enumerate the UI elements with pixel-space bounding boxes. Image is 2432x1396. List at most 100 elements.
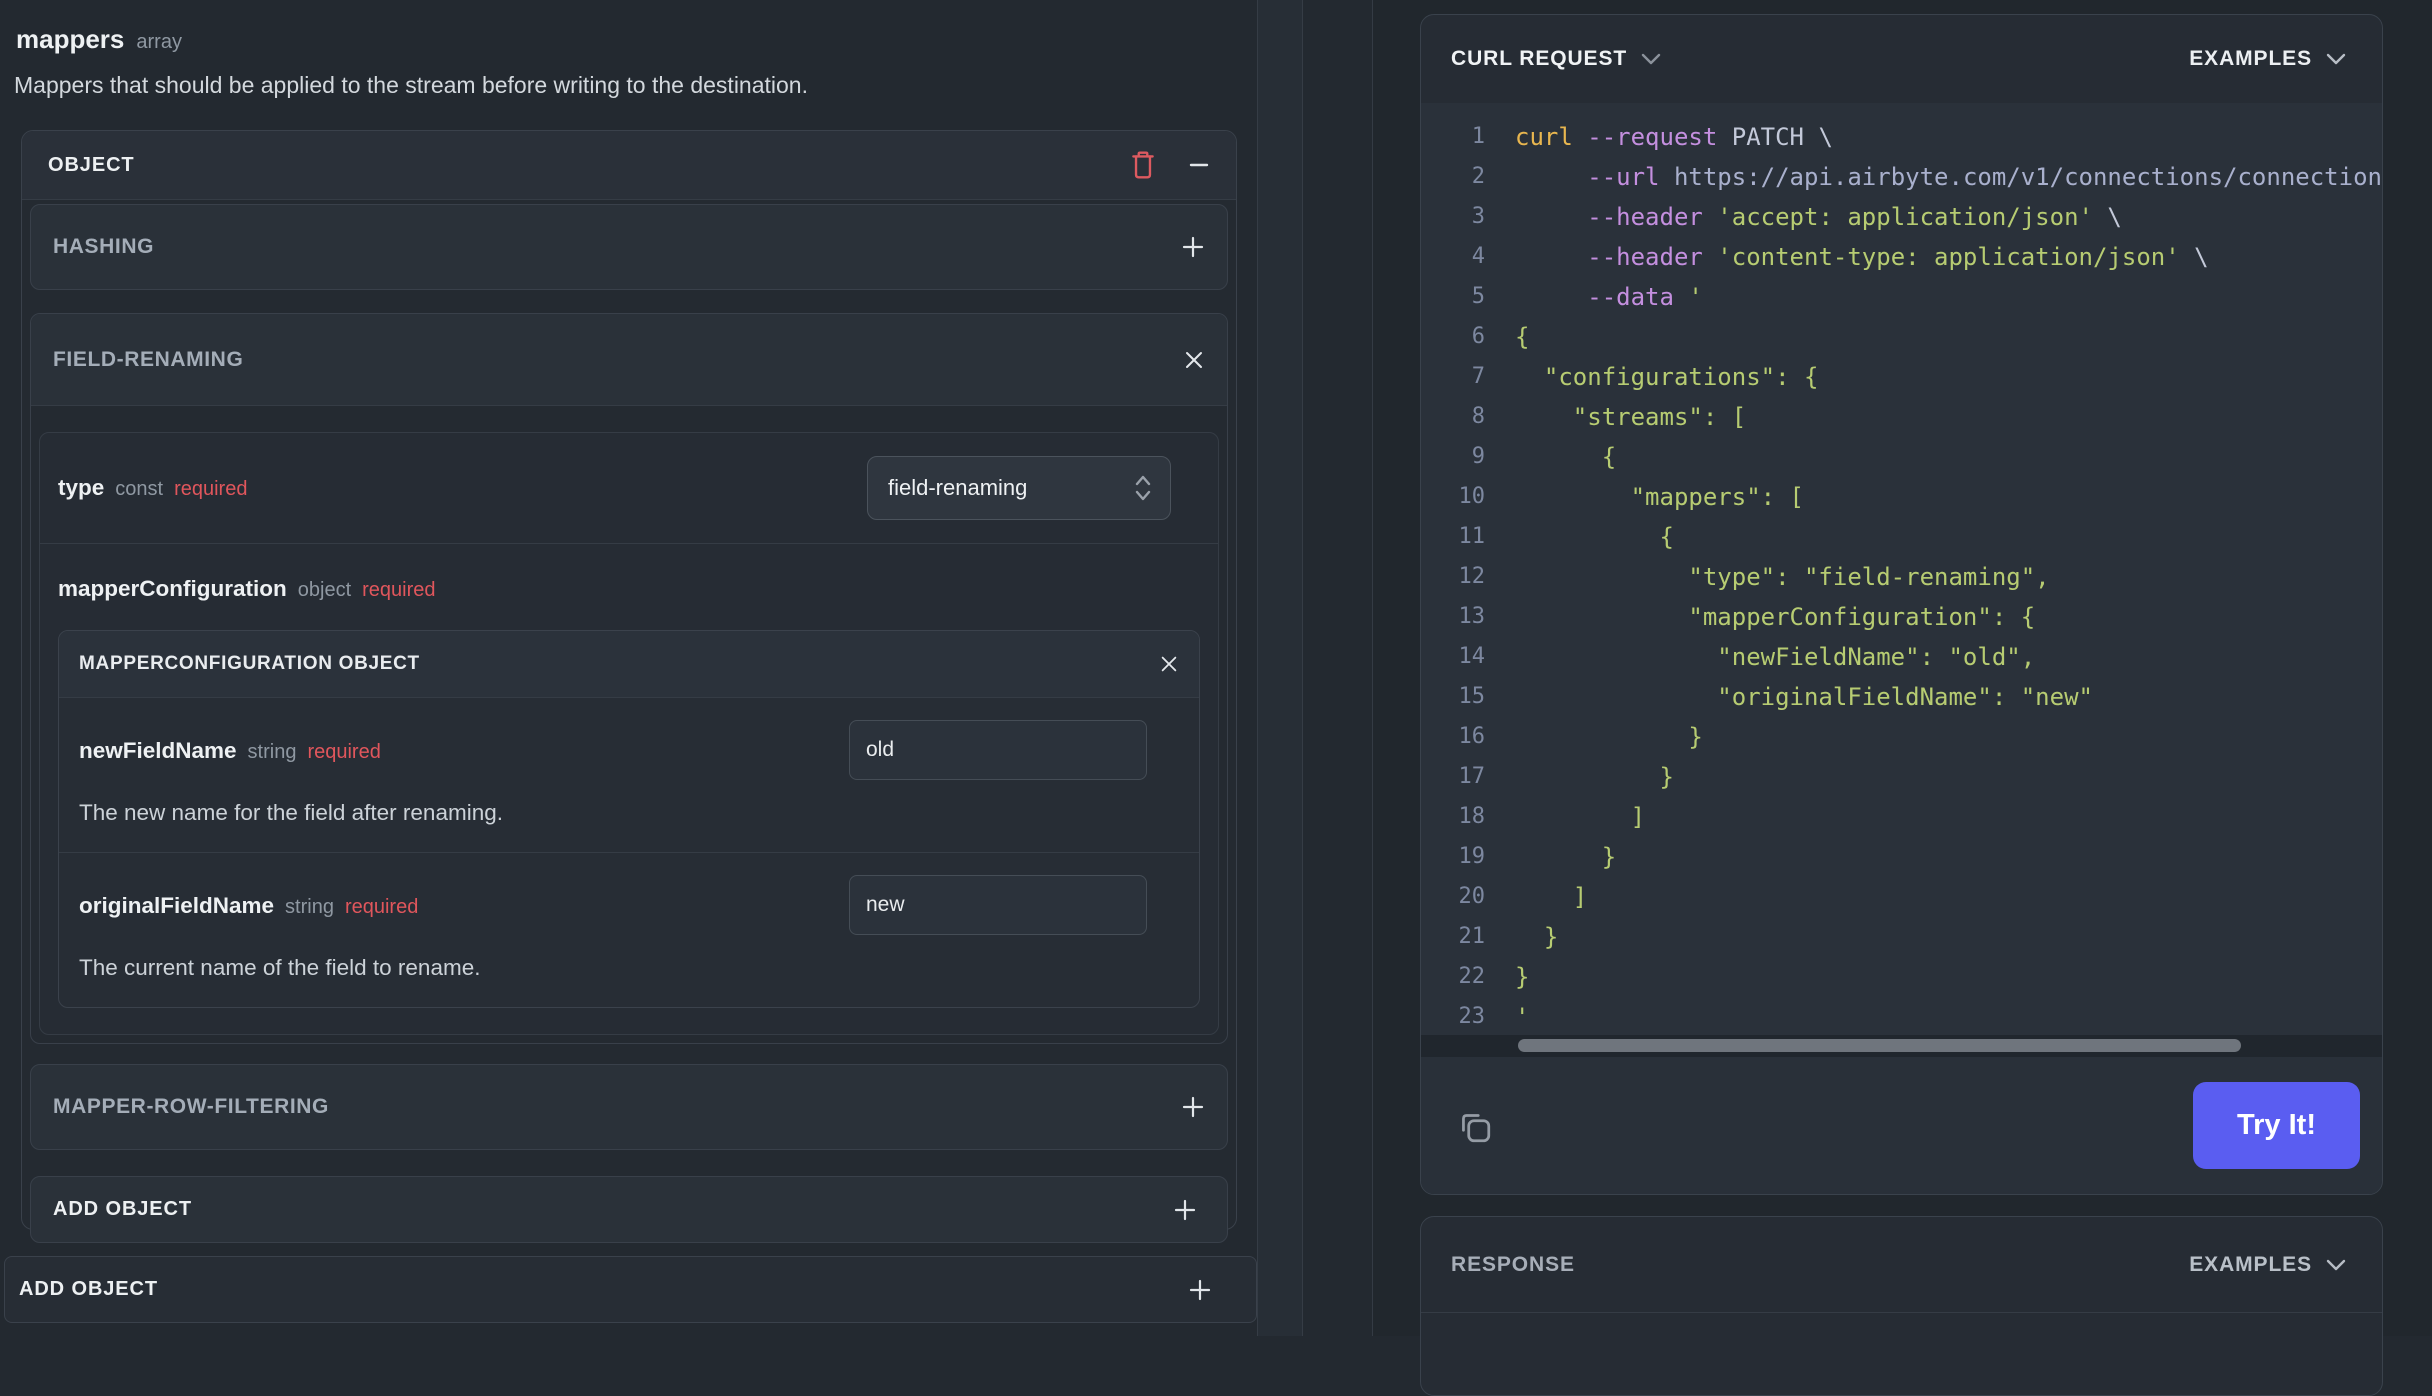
curl-request-title: CURL REQUEST bbox=[1451, 47, 1628, 70]
code-line: 9 { bbox=[1471, 443, 1617, 471]
code-line: 12 "type": "field-renaming", bbox=[1458, 563, 2050, 591]
object-card-header: OBJECT bbox=[22, 131, 1236, 200]
examples-dropdown[interactable]: EXAMPLES bbox=[2189, 47, 2346, 71]
close-mapperconfiguration-button[interactable] bbox=[1159, 654, 1179, 674]
response-examples-label: EXAMPLES bbox=[2189, 1252, 2312, 1276]
prop-required-mapperconfiguration: required bbox=[362, 579, 436, 601]
code-examples-panel: CURL REQUEST EXAMPLES 1 curl --request PA… bbox=[1373, 0, 2432, 1396]
add-object-button-outer[interactable]: ADD OBJECT bbox=[4, 1256, 1257, 1323]
prop-kind-type: const bbox=[115, 478, 164, 500]
newfieldname-input[interactable] bbox=[849, 720, 1147, 780]
section-field-renaming-content: type const required field-renaming mappe… bbox=[31, 406, 1227, 1043]
code-line: 10 "mappers": [ bbox=[1458, 483, 1804, 511]
code-lines: 1 curl --request PATCH \ 2 --url https://a… bbox=[1421, 117, 2383, 1035]
originalfieldname-description: The current name of the field to rename. bbox=[79, 955, 481, 980]
prop-name-mapperconfiguration: mapperConfiguration bbox=[58, 576, 287, 601]
section-hashing[interactable]: HASHING bbox=[30, 204, 1228, 290]
field-description: Mappers that should be applied to the st… bbox=[14, 72, 808, 98]
prop-required-type: required bbox=[174, 478, 248, 500]
try-it-button[interactable]: Try It! bbox=[2193, 1082, 2360, 1169]
select-updown-icon bbox=[1132, 472, 1154, 504]
originalfieldname-input[interactable] bbox=[849, 875, 1147, 935]
expand-mapper-row-filtering-button[interactable] bbox=[1181, 1095, 1205, 1119]
code-line: 17 } bbox=[1458, 763, 1674, 791]
close-icon bbox=[1183, 349, 1205, 371]
add-object-outer-label: ADD OBJECT bbox=[19, 1278, 159, 1300]
expand-hashing-button[interactable] bbox=[1181, 235, 1205, 259]
code-line: 23 ' bbox=[1458, 1003, 1530, 1031]
chevron-down-icon bbox=[2326, 53, 2346, 65]
object-card: OBJECT HASHING FIELD-RENAMING type const… bbox=[21, 130, 1237, 1243]
mapperconfiguration-card-title: MAPPERCONFIGURATION OBJECT bbox=[79, 653, 420, 674]
schema-panel: mappers array Mappers that should be app… bbox=[0, 0, 1372, 1336]
plus-icon bbox=[1181, 235, 1205, 259]
add-object-button-inner[interactable]: ADD OBJECT bbox=[30, 1176, 1228, 1243]
delete-object-button[interactable] bbox=[1130, 150, 1156, 180]
examples-label: EXAMPLES bbox=[2189, 47, 2312, 70]
scrollbar-thumb[interactable] bbox=[1518, 1039, 2241, 1052]
mapperconfiguration-label-row: mapperConfiguration object required bbox=[58, 576, 1200, 602]
divider bbox=[40, 543, 1218, 544]
copy-icon bbox=[1455, 1107, 1493, 1145]
copy-code-button[interactable] bbox=[1455, 1107, 1493, 1145]
code-line: 16 } bbox=[1458, 723, 1703, 751]
curl-request-dropdown[interactable]: CURL REQUEST bbox=[1451, 47, 1661, 71]
response-card: RESPONSE EXAMPLES bbox=[1420, 1216, 2383, 1396]
curl-request-footer: Try It! bbox=[1421, 1057, 2382, 1194]
add-object-inner-label: ADD OBJECT bbox=[53, 1198, 193, 1220]
code-line: 22} bbox=[1458, 963, 1530, 991]
prop-name-type: type bbox=[58, 475, 105, 500]
code-line: 6{ bbox=[1471, 323, 1530, 351]
response-examples-dropdown[interactable]: EXAMPLES bbox=[2189, 1253, 2346, 1277]
field-type-badge: array bbox=[136, 31, 182, 53]
prop-kind-newfieldname: string bbox=[247, 741, 297, 763]
chevron-down-icon bbox=[1641, 53, 1661, 65]
plus-icon bbox=[1173, 1198, 1197, 1222]
code-line: 21 } bbox=[1458, 923, 1559, 951]
code-line: 7 "configurations": { bbox=[1471, 363, 1819, 391]
chevron-down-icon bbox=[2326, 1259, 2346, 1271]
mapperconfiguration-card-header: MAPPERCONFIGURATION OBJECT bbox=[59, 631, 1199, 698]
type-card: type const required field-renaming mappe… bbox=[39, 432, 1219, 1035]
section-field-renaming-header[interactable]: FIELD-RENAMING bbox=[31, 314, 1227, 406]
left-panel-scrollbar[interactable] bbox=[1257, 0, 1303, 1336]
prop-name-newfieldname: newFieldName bbox=[79, 738, 237, 763]
newfieldname-description: The new name for the field after renamin… bbox=[79, 800, 503, 825]
section-field-renaming-title: FIELD-RENAMING bbox=[53, 347, 244, 371]
plus-icon bbox=[1181, 1095, 1205, 1119]
code-line: 13 "mapperConfiguration": { bbox=[1458, 603, 2036, 631]
section-hashing-title: HASHING bbox=[53, 235, 155, 258]
type-select-value: field-renaming bbox=[888, 475, 1028, 500]
code-line: 18 ] bbox=[1458, 803, 1646, 831]
collapse-object-button[interactable] bbox=[1188, 154, 1210, 176]
code-line: 11 { bbox=[1458, 523, 1674, 551]
minus-icon bbox=[1188, 154, 1210, 176]
prop-kind-mapperconfiguration: object bbox=[297, 579, 352, 601]
plus-icon bbox=[1188, 1278, 1212, 1302]
code-line: 8 "streams": [ bbox=[1471, 403, 1747, 431]
section-mapper-row-filtering[interactable]: MAPPER-ROW-FILTERING bbox=[30, 1064, 1228, 1150]
section-field-renaming: FIELD-RENAMING type const required field… bbox=[30, 313, 1228, 1044]
code-block: 1 curl --request PATCH \ 2 --url https://a… bbox=[1421, 103, 2382, 1035]
close-icon bbox=[1159, 654, 1179, 674]
code-line: 20 ] bbox=[1458, 883, 1588, 911]
code-line: 2 --url https://api.airbyte.com/v1/conne… bbox=[1471, 163, 2382, 191]
code-line: 15 "originalFieldName": "new" bbox=[1458, 683, 2093, 711]
response-title: RESPONSE bbox=[1451, 1252, 1575, 1276]
prop-required-originalfieldname: required bbox=[344, 896, 419, 918]
code-line: 3 --header 'accept: application/json' \ bbox=[1471, 203, 2122, 231]
type-select[interactable]: field-renaming bbox=[867, 456, 1171, 520]
code-line: 19 } bbox=[1458, 843, 1617, 871]
type-row: type const required field-renaming bbox=[40, 433, 1218, 543]
curl-request-header: CURL REQUEST EXAMPLES bbox=[1421, 15, 2382, 103]
mapperconfiguration-card: MAPPERCONFIGURATION OBJECT newFieldName … bbox=[58, 630, 1200, 1008]
object-card-body: HASHING FIELD-RENAMING type const requir… bbox=[22, 200, 1236, 1243]
prop-name-originalfieldname: originalFieldName bbox=[79, 893, 275, 918]
code-line: 5 --data ' bbox=[1471, 283, 1703, 311]
code-line: 4 --header 'content-type: application/js… bbox=[1471, 243, 2209, 271]
curl-request-card: CURL REQUEST EXAMPLES 1 curl --request PA… bbox=[1420, 14, 2383, 1195]
field-row-newfieldname: newFieldName string required The new nam… bbox=[59, 698, 1199, 852]
field-title-row: mappers array bbox=[16, 24, 182, 55]
field-row-originalfieldname: originalFieldName string required The cu… bbox=[59, 852, 1199, 1007]
remove-field-renaming-button[interactable] bbox=[1183, 349, 1205, 371]
